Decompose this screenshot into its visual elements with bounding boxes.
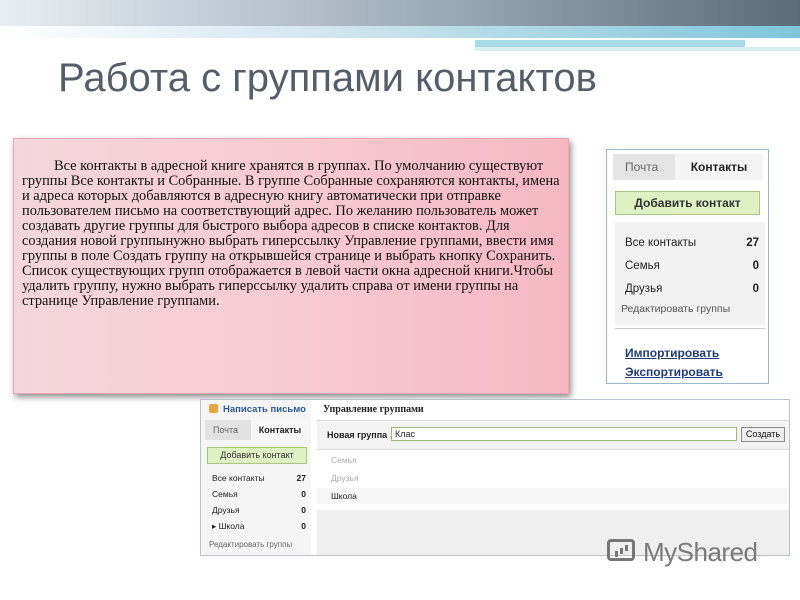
add-contact-button[interactable]: Добавить контакт	[615, 191, 760, 215]
write-letter-label: Написать письмо	[223, 404, 306, 415]
new-group-label: Новая группа	[327, 430, 388, 440]
top-decor-bar	[0, 0, 800, 26]
group-count: 27	[746, 237, 759, 249]
group-item-all[interactable]: Все контакты 27	[625, 237, 759, 249]
group-item-friends[interactable]: Друзья 0	[212, 505, 306, 515]
edit-groups-link[interactable]: Редактировать группы	[621, 303, 730, 315]
existing-group-row[interactable]: Семья	[317, 452, 789, 468]
group-item-family[interactable]: Семья 0	[212, 489, 306, 499]
export-link[interactable]: Экспортировать	[625, 365, 723, 379]
sidebar: Написать письмо Почта Контакты Добавить …	[201, 400, 311, 555]
description-text: Все контакты в адресной книге хранятся в…	[22, 158, 560, 309]
group-item-family[interactable]: Семья 0	[625, 260, 759, 272]
group-name: Все контакты	[625, 237, 697, 249]
watermark-text: MyShared	[643, 537, 758, 567]
pen-icon	[209, 404, 218, 413]
write-letter-link[interactable]: Написать письмо	[209, 404, 306, 415]
group-count: 0	[301, 505, 306, 515]
description-box: Все контакты в адресной книге хранятся в…	[13, 138, 569, 394]
existing-group-row[interactable]: Друзья	[317, 470, 789, 486]
group-count: 0	[301, 489, 306, 499]
contacts-panel: Почта Контакты Добавить контакт Все конт…	[606, 149, 769, 384]
group-name: Друзья	[212, 505, 240, 515]
group-count: 0	[752, 260, 759, 272]
group-list: Все контакты 27 Семья 0 Друзья 0 ▸ Школа…	[205, 468, 309, 536]
chart-logo-icon	[607, 539, 635, 561]
group-item-friends[interactable]: Друзья 0	[625, 283, 759, 295]
new-group-input[interactable]: Клас	[391, 427, 737, 441]
create-button[interactable]: Создать	[741, 427, 785, 442]
new-group-row: Новая группа Клас Создать	[317, 420, 789, 450]
top-decor-accent-thin	[475, 47, 800, 51]
edit-groups-link[interactable]: Редактировать группы	[209, 540, 292, 549]
group-name: Друзья	[625, 283, 663, 295]
tab-contacts[interactable]: Контакты	[675, 154, 763, 180]
tab-mail[interactable]: Почта	[213, 425, 238, 435]
existing-group-row[interactable]: Школа	[317, 488, 789, 504]
divider	[615, 328, 765, 329]
group-item-all[interactable]: Все контакты 27	[212, 473, 306, 483]
group-name: Семья	[212, 489, 238, 499]
tab-mail[interactable]: Почта	[625, 160, 658, 174]
group-name: Все контакты	[212, 473, 265, 483]
add-contact-button[interactable]: Добавить контакт	[207, 447, 307, 464]
group-name: ▸ Школа	[212, 521, 245, 531]
slide-title: Работа с группами контактов	[58, 56, 597, 100]
panel-tabs: Почта Контакты	[613, 154, 763, 180]
import-link[interactable]: Импортировать	[625, 346, 719, 360]
top-decor-bar-light	[0, 26, 800, 38]
group-count: 27	[296, 473, 306, 483]
tab-contacts[interactable]: Контакты	[251, 420, 309, 440]
group-count: 0	[752, 283, 759, 295]
group-item-school[interactable]: ▸ Школа 0	[212, 521, 306, 532]
group-count: 0	[301, 521, 306, 531]
main-content: Управление группами Новая группа Клас Со…	[317, 400, 789, 555]
sidebar-tabs: Почта Контакты	[205, 420, 309, 440]
group-name: Семья	[625, 260, 660, 272]
page-heading: Управление группами	[323, 404, 424, 415]
group-management-window: Написать письмо Почта Контакты Добавить …	[200, 399, 790, 556]
